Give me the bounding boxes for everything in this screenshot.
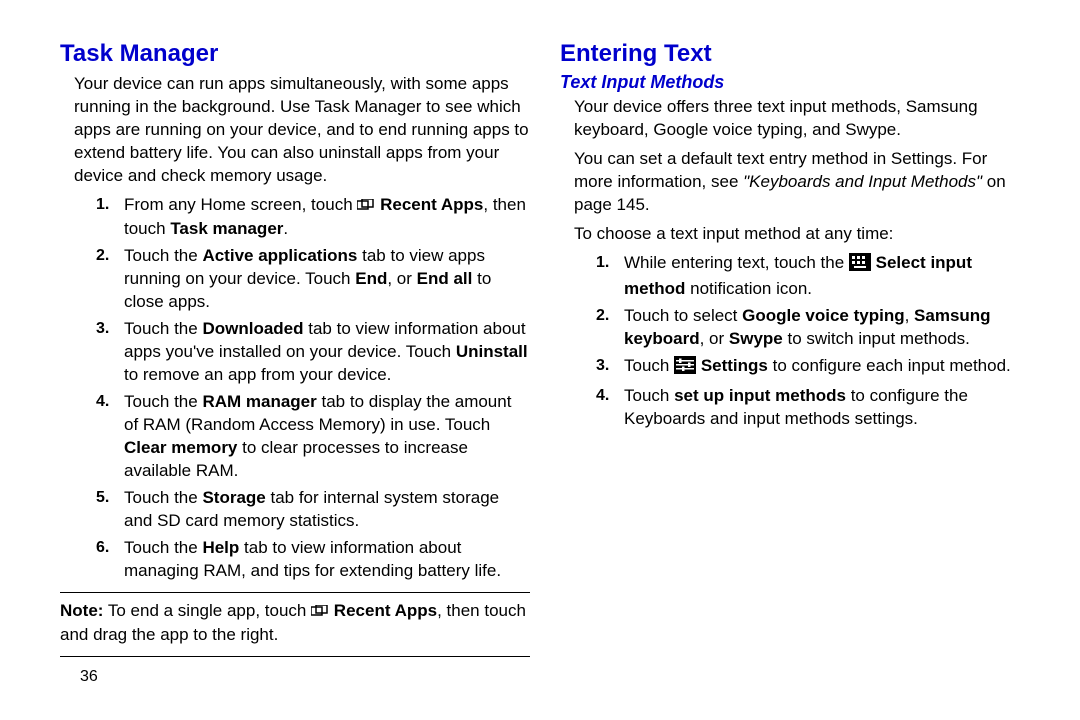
- recent-apps-icon: [357, 194, 375, 217]
- divider: [60, 656, 530, 657]
- divider: [60, 592, 530, 593]
- step-6: 6. Touch the Help tab to view informatio…: [120, 536, 530, 582]
- step-2: 2. Touch to select Google voice typing, …: [620, 304, 1030, 350]
- step-2: 2. Touch the Active applications tab to …: [120, 244, 530, 313]
- text-input-steps: 1. While entering text, touch the Select…: [560, 251, 1030, 430]
- step-1: 1. From any Home screen, touch Recent Ap…: [120, 193, 530, 240]
- page-number: 36: [80, 668, 98, 686]
- heading-entering-text: Entering Text: [560, 40, 1030, 68]
- note-block: Note: To end a single app, touch Recent …: [60, 599, 530, 646]
- left-column: Task Manager Your device can run apps si…: [60, 40, 530, 663]
- subheading-text-input-methods: Text Input Methods: [560, 72, 1030, 93]
- task-manager-steps: 1. From any Home screen, touch Recent Ap…: [60, 193, 530, 582]
- right-column: Entering Text Text Input Methods Your de…: [560, 40, 1030, 663]
- recent-apps-icon: [311, 600, 329, 623]
- text-input-p3: To choose a text input method at any tim…: [574, 222, 1030, 245]
- keyboard-icon: [849, 253, 871, 277]
- step-3: 3. Touch Settings to configure each inpu…: [620, 354, 1030, 380]
- task-manager-intro: Your device can run apps simultaneously,…: [74, 72, 530, 187]
- step-4: 4. Touch set up input methods to configu…: [620, 384, 1030, 430]
- text-input-p2: You can set a default text entry method …: [574, 147, 1030, 216]
- step-1: 1. While entering text, touch the Select…: [620, 251, 1030, 300]
- settings-icon: [674, 356, 696, 380]
- step-5: 5. Touch the Storage tab for internal sy…: [120, 486, 530, 532]
- step-4: 4. Touch the RAM manager tab to display …: [120, 390, 530, 482]
- text-input-p1: Your device offers three text input meth…: [574, 95, 1030, 141]
- step-3: 3. Touch the Downloaded tab to view info…: [120, 317, 530, 386]
- heading-task-manager: Task Manager: [60, 40, 530, 68]
